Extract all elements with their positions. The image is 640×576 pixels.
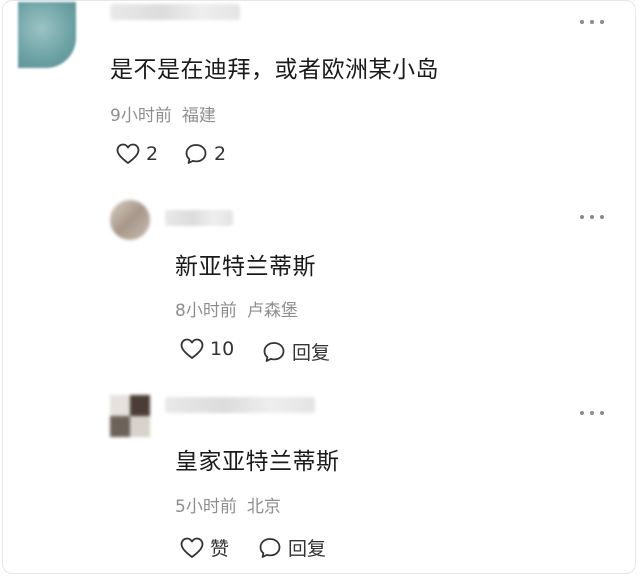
reply-count: 2 xyxy=(214,143,227,165)
reply-button[interactable]: 2 xyxy=(184,143,226,165)
location: 卢森堡 xyxy=(246,301,298,321)
timestamp: 8小时前 xyxy=(175,301,237,321)
like-button[interactable]: 赞 xyxy=(180,534,229,561)
location: 福建 xyxy=(181,106,216,126)
comment-meta: 9小时前 福建 xyxy=(110,101,216,126)
comment-meta: 8小时前 卢森堡 xyxy=(175,296,298,321)
comment-panel xyxy=(2,0,636,574)
speech-bubble-icon xyxy=(185,144,207,164)
reply-button[interactable]: 回复 xyxy=(262,338,330,365)
like-label: 赞 xyxy=(210,538,230,560)
comment-meta: 5小时前 北京 xyxy=(175,492,281,517)
comment-text: 新亚特兰蒂斯 xyxy=(175,254,316,280)
speech-bubble-icon xyxy=(259,537,281,558)
username-blurred[interactable] xyxy=(165,397,315,413)
heart-icon xyxy=(180,537,204,558)
username-blurred[interactable] xyxy=(165,210,233,226)
username-blurred[interactable] xyxy=(110,4,240,20)
reply-label: 回复 xyxy=(288,538,327,560)
reply-button[interactable]: 回复 xyxy=(258,534,326,561)
like-count: 10 xyxy=(210,338,235,360)
avatar[interactable] xyxy=(18,2,76,68)
like-button[interactable]: 10 xyxy=(180,338,234,360)
speech-bubble-icon xyxy=(263,341,285,362)
more-dots-icon[interactable] xyxy=(580,18,604,26)
avatar[interactable] xyxy=(110,395,150,437)
more-dots-icon[interactable] xyxy=(580,213,604,221)
comment-text: 是不是在迪拜，或者欧洲某小岛 xyxy=(110,57,439,83)
like-button[interactable]: 2 xyxy=(116,143,158,165)
more-dots-icon[interactable] xyxy=(580,409,604,417)
avatar[interactable] xyxy=(110,200,150,240)
timestamp: 9小时前 xyxy=(110,106,172,126)
comment-text: 皇家亚特兰蒂斯 xyxy=(175,449,340,475)
timestamp: 5小时前 xyxy=(175,497,237,517)
location: 北京 xyxy=(246,497,281,517)
like-count: 2 xyxy=(146,143,159,165)
reply-label: 回复 xyxy=(292,342,331,364)
heart-icon xyxy=(116,143,140,164)
heart-icon xyxy=(180,338,204,359)
